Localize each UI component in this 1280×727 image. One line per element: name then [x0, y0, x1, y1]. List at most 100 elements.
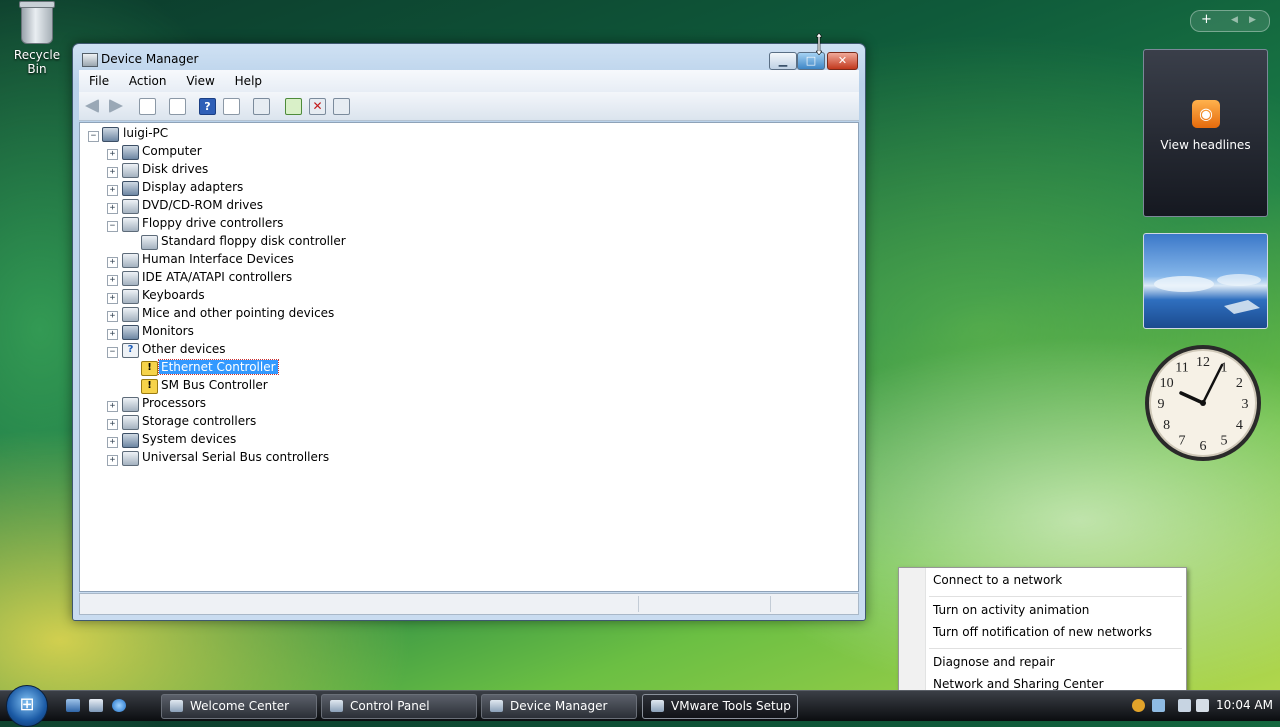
tree-root[interactable]: luigi-PC	[123, 124, 168, 142]
tree-item[interactable]: IDE ATA/ATAPI controllers	[142, 268, 292, 286]
show-desktop-icon[interactable]	[66, 699, 80, 712]
menu-item-activity-animation[interactable]: Turn on activity animation	[933, 603, 1089, 617]
status-divider	[770, 596, 771, 612]
hid-icon	[122, 253, 139, 268]
tree-item[interactable]: Other devices	[142, 340, 226, 358]
security-shield-icon[interactable]	[1132, 699, 1145, 712]
tree-child-item[interactable]: Standard floppy disk controller	[161, 232, 346, 250]
tree-item[interactable]: Storage controllers	[142, 412, 256, 430]
menu-item-sharing-center[interactable]: Network and Sharing Center	[933, 677, 1104, 691]
tree-item[interactable]: System devices	[142, 430, 236, 448]
vmware-tools-icon[interactable]	[1152, 699, 1165, 712]
clock-numeral: 2	[1236, 376, 1243, 391]
expand-toggle[interactable]: +	[107, 437, 118, 448]
tree-item[interactable]: Universal Serial Bus controllers	[142, 448, 329, 466]
usb-icon	[122, 451, 139, 466]
clock-numeral: 4	[1236, 418, 1243, 433]
menu-item-notifications[interactable]: Turn off notification of new networks	[933, 625, 1152, 639]
warning-icon: !	[141, 379, 158, 394]
help-icon[interactable]: ?	[199, 98, 216, 115]
feed-headlines-gadget[interactable]: ◉ View headlines	[1143, 49, 1268, 217]
resources-icon[interactable]	[223, 98, 240, 115]
start-button[interactable]: ⊞	[6, 685, 48, 727]
minimize-button[interactable]: ▁	[769, 52, 797, 70]
toolbar: ? ✕	[79, 92, 859, 121]
clock-gadget[interactable]: 12 1234567891011	[1143, 343, 1263, 463]
recycle-bin[interactable]: Recycle Bin	[4, 1, 70, 76]
expand-toggle[interactable]: +	[107, 275, 118, 286]
menu-help[interactable]: Help	[225, 70, 268, 88]
taskbar-device-manager[interactable]: Device Manager	[481, 694, 637, 719]
tree-child-item-selected[interactable]: Ethernet Controller	[158, 358, 279, 376]
update-driver-icon[interactable]	[285, 98, 302, 115]
collapse-toggle[interactable]: −	[107, 347, 118, 358]
tree-child-item[interactable]: SM Bus Controller	[161, 376, 268, 394]
add-gadget-button[interactable]: +	[1201, 12, 1212, 27]
mouse-icon	[122, 307, 139, 322]
clock-time[interactable]: 10:04 AM	[1216, 698, 1273, 712]
next-page-button[interactable]: ▶	[1249, 15, 1256, 25]
tree-item[interactable]: DVD/CD-ROM drives	[142, 196, 263, 214]
tree-item[interactable]: Monitors	[142, 322, 194, 340]
status-bar	[79, 593, 859, 615]
taskbar-vmware-tools-setup[interactable]: VMware Tools Setup	[642, 694, 798, 719]
taskbar-control-panel[interactable]: Control Panel	[321, 694, 477, 719]
menu-item-connect[interactable]: Connect to a network	[933, 573, 1062, 587]
previous-page-button[interactable]: ◀	[1231, 15, 1238, 25]
tree-item[interactable]: Computer	[142, 142, 202, 160]
close-button[interactable]: ✕	[827, 52, 858, 70]
expand-toggle[interactable]: +	[107, 293, 118, 304]
feed-headlines-link[interactable]: View headlines	[1144, 138, 1267, 152]
expand-toggle[interactable]: +	[107, 329, 118, 340]
switch-windows-icon[interactable]	[89, 699, 103, 712]
tree-item[interactable]: Processors	[142, 394, 206, 412]
recycle-bin-icon	[19, 1, 55, 44]
tree-item[interactable]: Floppy drive controllers	[142, 214, 283, 232]
tree-item[interactable]: Keyboards	[142, 286, 205, 304]
keyboard-icon	[122, 289, 139, 304]
expand-toggle[interactable]: +	[107, 149, 118, 160]
menu-action[interactable]: Action	[119, 70, 173, 88]
expand-toggle[interactable]: +	[107, 455, 118, 466]
tree-item[interactable]: Human Interface Devices	[142, 250, 294, 268]
network-context-menu: Connect to a network Turn on activity an…	[898, 567, 1187, 700]
expand-toggle[interactable]: +	[107, 311, 118, 322]
taskbar-button-label: Control Panel	[350, 699, 430, 713]
expand-toggle[interactable]: +	[107, 401, 118, 412]
storage-controller-icon	[122, 415, 139, 430]
internet-explorer-icon[interactable]	[112, 699, 126, 712]
tree-item[interactable]: Disk drives	[142, 160, 208, 178]
show-hide-tree-icon[interactable]	[139, 98, 156, 115]
slideshow-gadget[interactable]	[1143, 233, 1268, 329]
taskbar-button-label: Device Manager	[510, 699, 608, 713]
expand-toggle[interactable]: +	[107, 257, 118, 268]
collapse-toggle[interactable]: −	[107, 221, 118, 232]
expand-toggle[interactable]: +	[107, 185, 118, 196]
recycle-bin-label: Recycle Bin	[13, 48, 61, 76]
tree-item[interactable]: Mice and other pointing devices	[142, 304, 334, 322]
menu-item-diagnose[interactable]: Diagnose and repair	[933, 655, 1055, 669]
window-title: Device Manager	[101, 52, 199, 66]
menu-file[interactable]: File	[79, 70, 115, 88]
properties-icon[interactable]	[169, 98, 186, 115]
uninstall-icon[interactable]: ✕	[309, 98, 326, 115]
expand-toggle[interactable]: +	[107, 419, 118, 430]
scan-hardware-icon[interactable]	[253, 98, 270, 115]
tree-item-label: Monitors	[142, 324, 194, 338]
tree-root-label: luigi-PC	[123, 126, 169, 140]
expand-toggle[interactable]: +	[107, 167, 118, 178]
menu-view[interactable]: View	[176, 70, 220, 88]
tree-item[interactable]: Display adapters	[142, 178, 243, 196]
sidebar-controls: + ◀ ▶	[1190, 10, 1270, 32]
tree-item-label: Display adapters	[142, 180, 244, 194]
monitor-icon	[122, 325, 139, 340]
volume-muted-icon[interactable]	[1196, 699, 1209, 712]
collapse-toggle[interactable]: −	[88, 131, 99, 142]
forward-arrow-icon[interactable]	[109, 99, 123, 113]
tree-item-label: Computer	[142, 144, 202, 158]
expand-toggle[interactable]: +	[107, 203, 118, 214]
network-icon[interactable]	[1178, 699, 1191, 712]
back-arrow-icon[interactable]	[85, 99, 99, 113]
taskbar-welcome-center[interactable]: Welcome Center	[161, 694, 317, 719]
disable-icon[interactable]	[333, 98, 350, 115]
